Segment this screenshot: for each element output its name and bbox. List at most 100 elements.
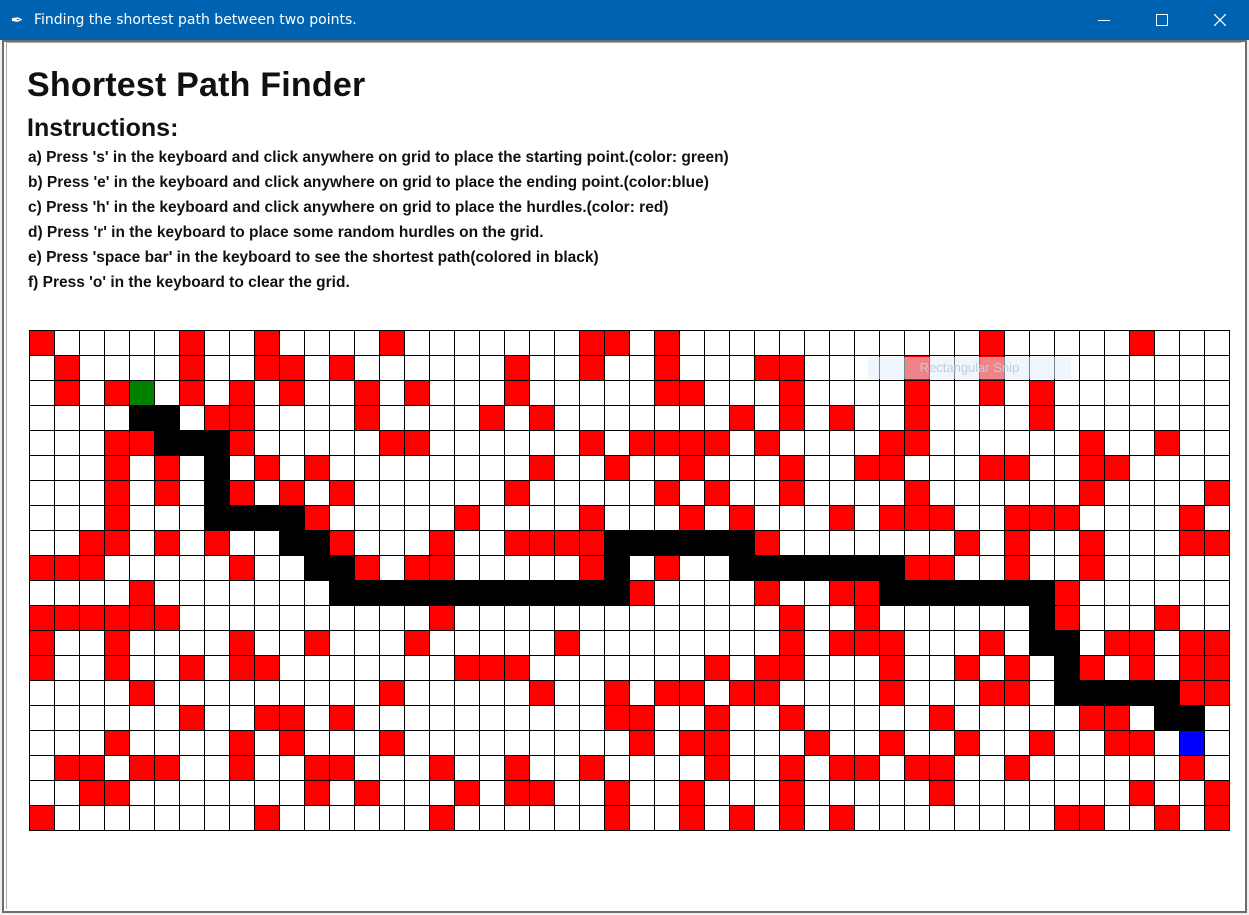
grid-cell[interactable] xyxy=(229,680,255,706)
hurdle-cell[interactable] xyxy=(504,355,530,381)
grid-cell[interactable] xyxy=(79,380,105,406)
grid-cell[interactable] xyxy=(354,355,380,381)
hurdle-cell[interactable] xyxy=(1104,705,1130,731)
grid-cell[interactable] xyxy=(454,405,480,431)
hurdle-cell[interactable] xyxy=(1104,630,1130,656)
hurdle-cell[interactable] xyxy=(29,805,55,831)
path-cell[interactable] xyxy=(1154,680,1180,706)
grid-cell[interactable] xyxy=(104,805,130,831)
grid-cell[interactable] xyxy=(804,580,830,606)
grid-cell[interactable] xyxy=(79,355,105,381)
hurdle-cell[interactable] xyxy=(1054,605,1080,631)
grid-cell[interactable] xyxy=(279,405,305,431)
grid-cell[interactable] xyxy=(704,555,730,581)
hurdle-cell[interactable] xyxy=(1179,530,1205,556)
grid-cell[interactable] xyxy=(654,505,680,531)
grid-cell[interactable] xyxy=(704,330,730,356)
hurdle-cell[interactable] xyxy=(304,505,330,531)
grid-cell[interactable] xyxy=(954,355,980,381)
grid-cell[interactable] xyxy=(729,455,755,481)
grid-cell[interactable] xyxy=(204,330,230,356)
hurdle-cell[interactable] xyxy=(904,480,930,506)
grid-cell[interactable] xyxy=(529,355,555,381)
hurdle-cell[interactable] xyxy=(579,530,605,556)
grid-cell[interactable] xyxy=(829,605,855,631)
grid-cell[interactable] xyxy=(54,680,80,706)
hurdle-cell[interactable] xyxy=(779,480,805,506)
hurdle-cell[interactable] xyxy=(129,430,155,456)
grid-cell[interactable] xyxy=(1029,655,1055,681)
grid-cell[interactable] xyxy=(929,405,955,431)
hurdle-cell[interactable] xyxy=(229,405,255,431)
grid-cell[interactable] xyxy=(929,455,955,481)
grid-cell[interactable] xyxy=(954,330,980,356)
grid-cell[interactable] xyxy=(1154,580,1180,606)
grid-cell[interactable] xyxy=(1029,480,1055,506)
grid-cell[interactable] xyxy=(179,455,205,481)
grid-cell[interactable] xyxy=(879,605,905,631)
hurdle-cell[interactable] xyxy=(179,655,205,681)
hurdle-cell[interactable] xyxy=(229,430,255,456)
grid-cell[interactable] xyxy=(729,380,755,406)
hurdle-cell[interactable] xyxy=(929,555,955,581)
grid-cell[interactable] xyxy=(204,580,230,606)
grid-cell[interactable] xyxy=(479,605,505,631)
grid-cell[interactable] xyxy=(554,480,580,506)
grid-cell[interactable] xyxy=(554,380,580,406)
hurdle-cell[interactable] xyxy=(629,430,655,456)
grid-cell[interactable] xyxy=(954,630,980,656)
path-cell[interactable] xyxy=(429,580,455,606)
grid-cell[interactable] xyxy=(79,505,105,531)
grid-cell[interactable] xyxy=(779,330,805,356)
hurdle-cell[interactable] xyxy=(629,730,655,756)
hurdle-cell[interactable] xyxy=(1204,805,1230,831)
grid-cell[interactable] xyxy=(604,430,630,456)
grid-cell[interactable] xyxy=(304,705,330,731)
grid-cell[interactable] xyxy=(129,805,155,831)
grid-cell[interactable] xyxy=(1179,430,1205,456)
grid-cell[interactable] xyxy=(1179,380,1205,406)
grid-cell[interactable] xyxy=(854,505,880,531)
grid-cell[interactable] xyxy=(1004,355,1030,381)
grid-cell[interactable] xyxy=(204,780,230,806)
grid-cell[interactable] xyxy=(1204,755,1230,781)
grid-cell[interactable] xyxy=(154,555,180,581)
grid-cell[interactable] xyxy=(479,555,505,581)
grid-cell[interactable] xyxy=(354,655,380,681)
grid-cell[interactable] xyxy=(1129,555,1155,581)
hurdle-cell[interactable] xyxy=(829,580,855,606)
grid-cell[interactable] xyxy=(504,630,530,656)
hurdle-cell[interactable] xyxy=(829,805,855,831)
hurdle-cell[interactable] xyxy=(104,480,130,506)
grid-cell[interactable] xyxy=(279,755,305,781)
grid-cell[interactable] xyxy=(754,330,780,356)
grid-cell[interactable] xyxy=(129,705,155,731)
grid-cell[interactable] xyxy=(579,780,605,806)
path-cell[interactable] xyxy=(204,455,230,481)
grid-cell[interactable] xyxy=(504,680,530,706)
grid-cell[interactable] xyxy=(304,355,330,381)
grid-cell[interactable] xyxy=(454,630,480,656)
grid-cell[interactable] xyxy=(1104,480,1130,506)
hurdle-cell[interactable] xyxy=(254,655,280,681)
grid-cell[interactable] xyxy=(879,355,905,381)
hurdle-cell[interactable] xyxy=(1004,505,1030,531)
grid-cell[interactable] xyxy=(979,605,1005,631)
hurdle-cell[interactable] xyxy=(204,405,230,431)
path-cell[interactable] xyxy=(579,580,605,606)
grid-cell[interactable] xyxy=(154,355,180,381)
grid-cell[interactable] xyxy=(879,480,905,506)
path-cell[interactable] xyxy=(1029,580,1055,606)
grid-cell[interactable] xyxy=(654,705,680,731)
hurdle-cell[interactable] xyxy=(904,555,930,581)
grid-cell[interactable] xyxy=(854,430,880,456)
grid-cell[interactable] xyxy=(229,330,255,356)
grid-cell[interactable] xyxy=(929,605,955,631)
grid-cell[interactable] xyxy=(354,680,380,706)
grid-cell[interactable] xyxy=(1179,405,1205,431)
path-cell[interactable] xyxy=(154,405,180,431)
hurdle-cell[interactable] xyxy=(1054,805,1080,831)
grid-cell[interactable] xyxy=(654,755,680,781)
hurdle-cell[interactable] xyxy=(779,805,805,831)
hurdle-cell[interactable] xyxy=(879,430,905,456)
